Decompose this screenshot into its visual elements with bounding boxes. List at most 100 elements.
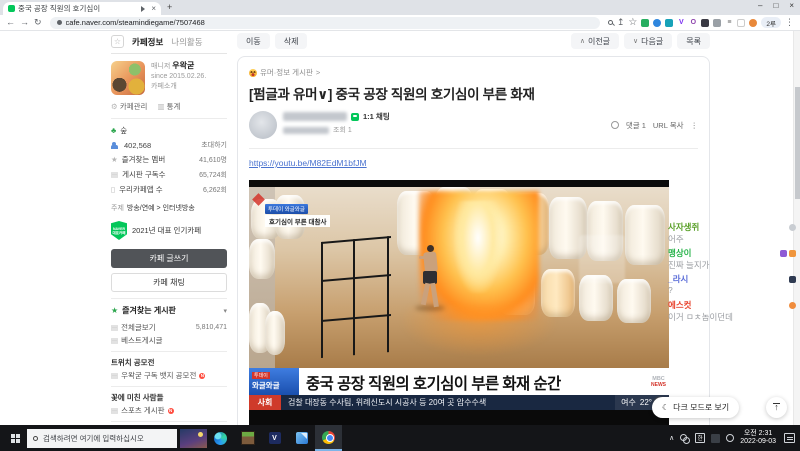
taskbar-chrome-icon-active[interactable]	[315, 425, 342, 451]
news-weather-widget[interactable]	[180, 428, 207, 448]
cafe-write-button[interactable]: 카페 글쓰기	[111, 249, 227, 268]
sidebar-item-best-posts[interactable]: ▤ 베스트게시글	[111, 334, 227, 347]
tab-my-activity[interactable]: 나의활동	[171, 36, 202, 48]
url-text[interactable]: cafe.naver.com/steamindiegame/7507468	[66, 18, 205, 27]
new-tab-button[interactable]: +	[167, 2, 172, 12]
start-button[interactable]	[3, 425, 27, 451]
extension-light-icon[interactable]	[737, 18, 746, 27]
profile-chip[interactable]: 2루	[761, 17, 781, 28]
chat-name-row: _라시	[668, 273, 796, 285]
new-badge: N	[199, 372, 206, 379]
menu-count: 5,810,471	[195, 324, 227, 331]
tab-cafe-info[interactable]: 카페정보	[132, 36, 163, 48]
topic-value[interactable]: 방송/연예 > 인터넷방송	[127, 205, 195, 212]
extension-teal-icon[interactable]	[665, 18, 674, 27]
author-avatar[interactable]	[249, 111, 277, 139]
board-icon: ▤	[111, 323, 119, 332]
cafe-manage-link[interactable]: ⚙ 카페관리	[111, 101, 147, 112]
chevron-down-icon[interactable]: ▾	[223, 307, 227, 315]
bookmark-star-icon[interactable]: ☆	[628, 17, 637, 28]
taskbar-edge-icon[interactable]	[207, 425, 234, 451]
manager-line: 매니저 우왁굳	[151, 61, 206, 72]
delete-button[interactable]: 삭제	[274, 33, 308, 49]
extensions-puzzle-icon[interactable]	[713, 18, 722, 27]
taskbar-blue-app-icon[interactable]	[288, 425, 315, 451]
sidebar-item-sports-board[interactable]: ▤ 스포츠 게시판 N	[111, 404, 227, 417]
timestamp-blurred	[283, 126, 329, 134]
cafe-avatar[interactable]	[111, 61, 145, 95]
cafe-intro-link[interactable]: 카페소개	[151, 82, 206, 92]
cafe-profile: 매니저 우왁굳 since 2015.02.26. 카페소개	[111, 61, 227, 95]
ime-icon[interactable]: 한	[695, 433, 706, 443]
cafe-chat-button[interactable]: 카페 채팅	[111, 273, 227, 292]
forward-icon[interactable]: →	[20, 18, 29, 27]
youtube-link[interactable]: https://youtu.be/M82EdM1bfJM	[249, 158, 367, 168]
extension-lines-icon[interactable]: ≡	[725, 19, 733, 27]
share-icon[interactable]: ↥	[617, 18, 625, 27]
list-button[interactable]: 목록	[677, 33, 710, 49]
person-arm	[419, 256, 426, 259]
profile-avatar[interactable]	[749, 18, 758, 27]
invite-link[interactable]: 초대하기	[201, 140, 227, 150]
move-button[interactable]: 이동	[237, 33, 270, 49]
prev-post-button[interactable]: ∧ 이전글	[570, 33, 620, 49]
tray-app-icon[interactable]	[711, 433, 721, 443]
favorite-boards-header[interactable]: ★ 즐겨찾는 게시판 ▾	[111, 305, 227, 316]
url-copy-button[interactable]: URL 복사	[653, 120, 684, 131]
extension-v-icon[interactable]: V	[677, 19, 685, 27]
site-info-icon[interactable]	[56, 20, 62, 25]
address-bar[interactable]: cafe.naver.com/steamindiegame/7507468	[49, 16, 600, 29]
channel-watermark	[579, 235, 625, 283]
extension-o-icon[interactable]: O	[689, 19, 697, 27]
sidebar-item-twitch-contest[interactable]: 트위치 공모전	[111, 356, 227, 369]
board-breadcrumb[interactable]: 유머·정보 게시판 >	[249, 67, 698, 78]
rack-bar	[321, 241, 323, 359]
manager-name[interactable]: 우왁굳	[172, 61, 194, 70]
tab-close-icon[interactable]: ×	[151, 4, 156, 13]
favorite-members-row: ★ 즐겨찾는 멤버 41,610명	[111, 154, 227, 165]
taskbar-search-input[interactable]: 검색하려면 여기에 입력하십시오	[27, 428, 177, 448]
manager-label: 매니저	[151, 63, 171, 70]
browser-toolbar: ← → ↻ cafe.naver.com/steamindiegame/7507…	[0, 15, 800, 31]
extension-dark-icon[interactable]	[701, 18, 710, 27]
tray-circle-icon[interactable]	[726, 434, 735, 442]
minimize-button[interactable]: –	[758, 1, 762, 10]
cafe-since: since 2015.02.26.	[151, 73, 207, 80]
fire-core	[454, 201, 502, 293]
extension-blue-icon[interactable]	[653, 18, 662, 27]
chat-username: _라시	[668, 274, 689, 284]
board-name[interactable]: 유머·정보 게시판	[260, 67, 313, 78]
sidebar-item-flower-people[interactable]: 꽃에 미친 사람들	[111, 391, 227, 404]
running-person	[415, 245, 445, 311]
scroll-to-top-button[interactable]: ↑	[766, 397, 787, 418]
sidebar-item-all-posts[interactable]: ▤ 전체글보기 5,810,471	[111, 321, 227, 334]
link-icon[interactable]	[680, 433, 691, 444]
scrollbar-thumb[interactable]	[795, 87, 800, 199]
sidebar-item-badge-contest[interactable]: ▤ 우왁굳 구독 뱃지 공모전 N	[111, 369, 227, 382]
comment-count[interactable]: 댓글 1	[626, 120, 646, 131]
chat-badges	[780, 249, 796, 257]
author-name-blurred[interactable]	[283, 112, 347, 121]
taskbar-clock[interactable]: 오전 2:31 2022-09-03	[740, 430, 776, 447]
dark-mode-button[interactable]: ☾ 다크 모드로 보기	[652, 397, 740, 418]
maximize-button[interactable]: □	[773, 1, 778, 10]
close-button[interactable]: ×	[789, 1, 794, 10]
browser-menu-kebab-icon[interactable]: ⋮	[785, 18, 794, 27]
back-icon[interactable]: ←	[6, 18, 15, 27]
one-to-one-chat-badge[interactable]: 1:1 채팅	[363, 111, 390, 122]
favorite-star-button[interactable]: ☆	[111, 35, 124, 48]
tray-expand-icon[interactable]: ∧	[669, 434, 674, 442]
notification-center-icon[interactable]	[784, 433, 795, 443]
video-player[interactable]: 투데이 와글와글 호기심이 부른 대참사 투데이 와글와글 중국 공장 직원의 …	[249, 180, 669, 425]
favorite-members-value: 41,610명	[199, 156, 227, 164]
zoom-icon[interactable]	[607, 20, 613, 25]
refresh-icon[interactable]: ↻	[34, 18, 42, 27]
extension-green-icon[interactable]	[641, 18, 650, 27]
next-post-button[interactable]: ∨ 다음글	[624, 33, 673, 49]
taskbar-minecraft-icon[interactable]	[234, 425, 261, 451]
post-menu-kebab-icon[interactable]: ⋮	[691, 121, 699, 130]
taskbar-v-app-icon[interactable]: V	[261, 425, 288, 451]
cafe-stats-link[interactable]: ▥ 통계	[157, 101, 180, 112]
browser-tab[interactable]: 중국 공장 직원의 호기심이 ×	[3, 2, 161, 15]
show-corner-caption: 호기심이 부른 대참사	[265, 215, 331, 227]
